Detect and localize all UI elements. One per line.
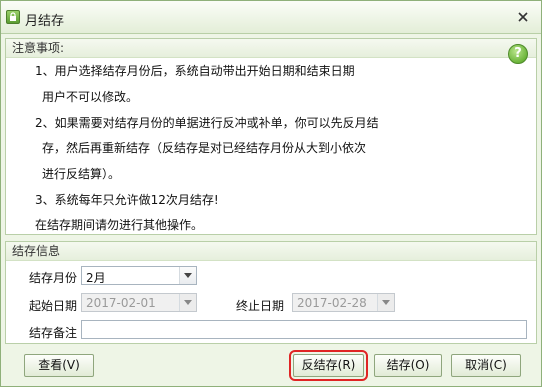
- start-date-value: 2017-02-01: [86, 296, 156, 310]
- notes-header: 注意事项:: [6, 39, 536, 58]
- unsettle-button[interactable]: 反结存(R): [289, 350, 368, 381]
- remark-input[interactable]: [81, 320, 527, 339]
- window-title: 月结存: [25, 14, 65, 29]
- settle-info-panel: 结存信息 结存月份 2月 起始日期 2017-02-01 终止日期 2017-0…: [5, 241, 537, 344]
- title-bar[interactable]: 月结存: [1, 1, 541, 34]
- remark-label: 结存备注: [29, 326, 78, 340]
- app-lock-icon: [6, 10, 20, 24]
- start-date-label: 起始日期: [29, 299, 78, 313]
- settle-info-header: 结存信息: [6, 242, 536, 261]
- month-label: 结存月份: [29, 271, 78, 285]
- start-date-picker: 2017-02-01: [81, 293, 197, 312]
- month-select[interactable]: 2月: [81, 266, 197, 285]
- help-icon[interactable]: ?: [508, 44, 528, 64]
- settle-button[interactable]: 结存(O): [374, 354, 442, 377]
- close-icon[interactable]: [516, 10, 530, 24]
- month-value: 2月: [86, 271, 106, 285]
- note-line-3: 2、如果需要对结存月份的单据进行反冲或补单，你可以先反月结: [35, 116, 379, 130]
- end-date-value: 2017-02-28: [297, 296, 367, 310]
- month-settle-dialog: 月结存 注意事项: ? 1、用户选择结存月份后，系统自动带出开始日期和结束日期 …: [0, 0, 542, 387]
- note-line-6: 3、系统每年只允许做12次月结存!: [35, 193, 219, 207]
- cancel-button[interactable]: 取消(C): [451, 354, 521, 377]
- note-line-7: 在结存期间请勿进行其他操作。: [35, 218, 204, 232]
- end-date-label: 终止日期: [236, 299, 285, 313]
- end-date-picker: 2017-02-28: [292, 293, 395, 312]
- chevron-down-icon: [179, 294, 196, 311]
- chevron-down-icon[interactable]: [179, 267, 196, 284]
- note-line-4: 存，然后再重新结存（反结存是对已经结存月份从大到小依次: [42, 141, 367, 155]
- note-line-5: 进行反结算）。: [42, 167, 121, 181]
- note-line-2: 用户不可以修改。: [42, 90, 139, 104]
- notes-panel: 注意事项: ? 1、用户选择结存月份后，系统自动带出开始日期和结束日期 用户不可…: [5, 38, 537, 235]
- view-button[interactable]: 查看(V): [24, 354, 94, 377]
- note-line-1: 1、用户选择结存月份后，系统自动带出开始日期和结束日期: [35, 64, 355, 78]
- chevron-down-icon: [377, 294, 394, 311]
